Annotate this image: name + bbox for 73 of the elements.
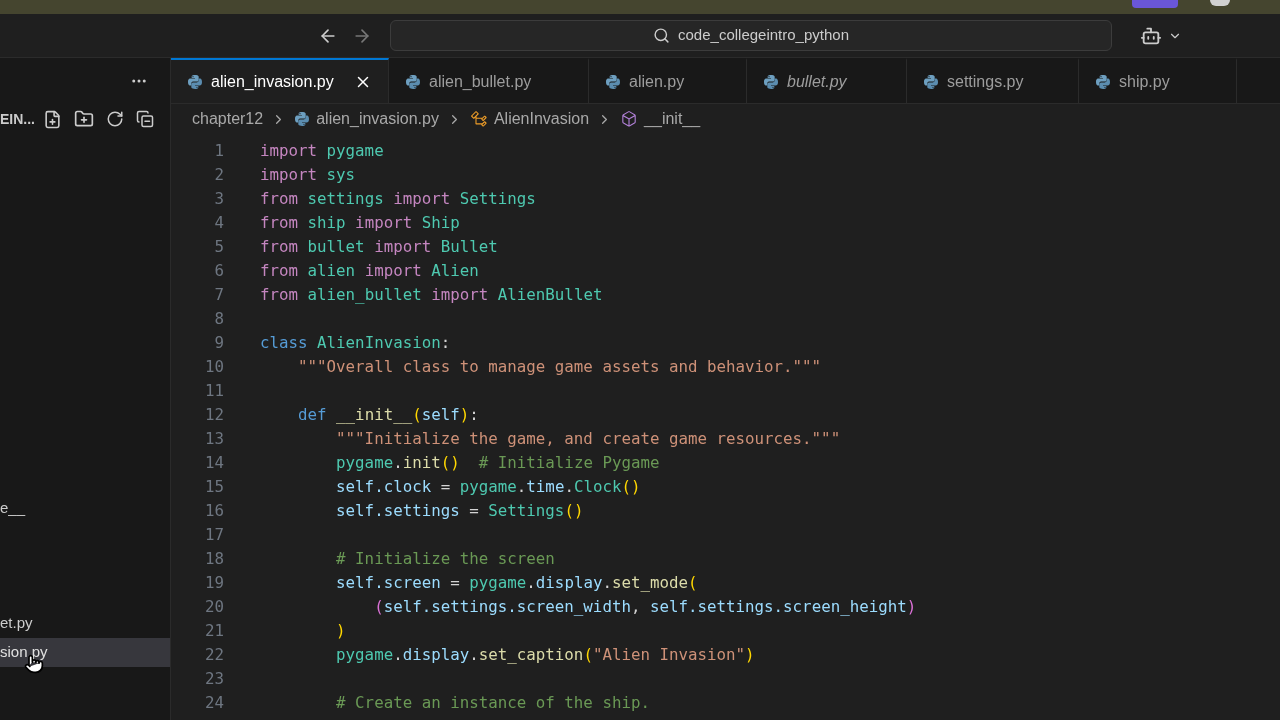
line-number: 14: [203, 452, 224, 474]
python-file-icon: [923, 73, 939, 90]
code-line: import sys: [260, 164, 356, 186]
breadcrumb-item[interactable]: AlienInvasion: [493, 107, 590, 131]
editor-tab[interactable]: alien_invasion.py: [171, 58, 389, 103]
code-line: class AlienInvasion:: [260, 332, 451, 354]
line-number: 23: [203, 668, 224, 690]
code-line: # Initialize the screen: [335, 548, 555, 570]
line-number: 10: [203, 356, 224, 378]
python-file-icon: [405, 73, 421, 90]
line-number: 8: [213, 308, 224, 330]
line-number: 18: [203, 548, 224, 570]
line-number: 4: [213, 212, 224, 234]
line-number: 15: [203, 476, 224, 498]
line-number: 21: [203, 620, 224, 642]
search-icon: [653, 27, 670, 44]
code-line: from ship import Ship: [260, 212, 460, 234]
line-number: 1: [213, 140, 224, 162]
code-line: pygame.init() # Initialize Pygame: [335, 452, 660, 474]
editor-tab[interactable]: ship.py: [1079, 58, 1237, 103]
new-file-icon[interactable]: [43, 109, 62, 129]
explorer-header[interactable]: EIN...: [0, 108, 35, 130]
line-number: 22: [203, 644, 224, 666]
class-symbol-icon: [469, 110, 488, 128]
new-folder-icon[interactable]: [74, 109, 94, 129]
file-tree-item[interactable]: e__: [0, 494, 170, 523]
code-line: from bullet import Bullet: [260, 236, 498, 258]
code-line: (self.settings.screen_width, self.settings.screen_height): [373, 596, 917, 618]
python-file-icon: [187, 73, 203, 90]
code-line: from alien import Alien: [260, 260, 479, 282]
line-number: 24: [203, 692, 224, 714]
line-number: 20: [203, 596, 224, 618]
line-number: 11: [203, 380, 224, 402]
line-number: 5: [213, 236, 224, 258]
code-line: """Overall class to manage game assets and behavior.""": [297, 356, 822, 378]
breadcrumb-item[interactable]: alien_invasion.py: [316, 107, 439, 131]
editor-tab[interactable]: bullet.py: [747, 58, 907, 103]
breadcrumb-item[interactable]: chapter12: [192, 107, 264, 131]
line-number: 9: [213, 332, 224, 354]
line-number: 2: [213, 164, 224, 186]
file-tree-item[interactable]: sion.py: [0, 638, 170, 667]
cube-icon: [620, 110, 639, 128]
python-file-icon: [605, 73, 621, 90]
python-file-icon: [294, 111, 311, 127]
python-file-icon: [1095, 73, 1111, 90]
editor-tab[interactable]: alien.py: [589, 58, 747, 103]
code-line: def __init__(self):: [297, 404, 479, 426]
line-number: 6: [213, 260, 224, 282]
code-line: import pygame: [260, 140, 384, 162]
line-number: 17: [203, 524, 224, 546]
line-number: 19: [203, 572, 224, 594]
line-number: 13: [203, 428, 224, 450]
code-line: self.settings = Settings(): [335, 500, 584, 522]
code-line: self.screen = pygame.display.set_mode(: [335, 572, 698, 594]
collapse-icon[interactable]: [136, 110, 154, 128]
code-line: from alien_bullet import AlienBullet: [260, 284, 603, 306]
breadcrumb-item[interactable]: __init__: [644, 107, 701, 131]
code-line: """Initialize the game, and create game resources.""": [335, 428, 841, 450]
code-line: ): [335, 620, 346, 642]
code-line: pygame.display.set_caption("Alien Invasion"): [335, 644, 755, 666]
file-tree-item[interactable]: et.py: [0, 609, 170, 638]
code-line: # Create an instance of the ship.: [335, 692, 650, 714]
editor-tab[interactable]: alien_bullet.py: [389, 58, 589, 103]
python-file-icon: [763, 73, 779, 90]
line-number: 7: [213, 284, 224, 306]
search-field[interactable]: code_collegeintro_python: [390, 20, 1112, 51]
editor-tab[interactable]: settings.py: [907, 58, 1079, 103]
line-number: 12: [203, 404, 224, 426]
line-number: 16: [203, 500, 224, 522]
code-line: self.clock = pygame.time.Clock(): [335, 476, 641, 498]
code-line: from settings import Settings: [260, 188, 536, 210]
line-number: 3: [213, 188, 224, 210]
refresh-icon[interactable]: [106, 110, 124, 128]
